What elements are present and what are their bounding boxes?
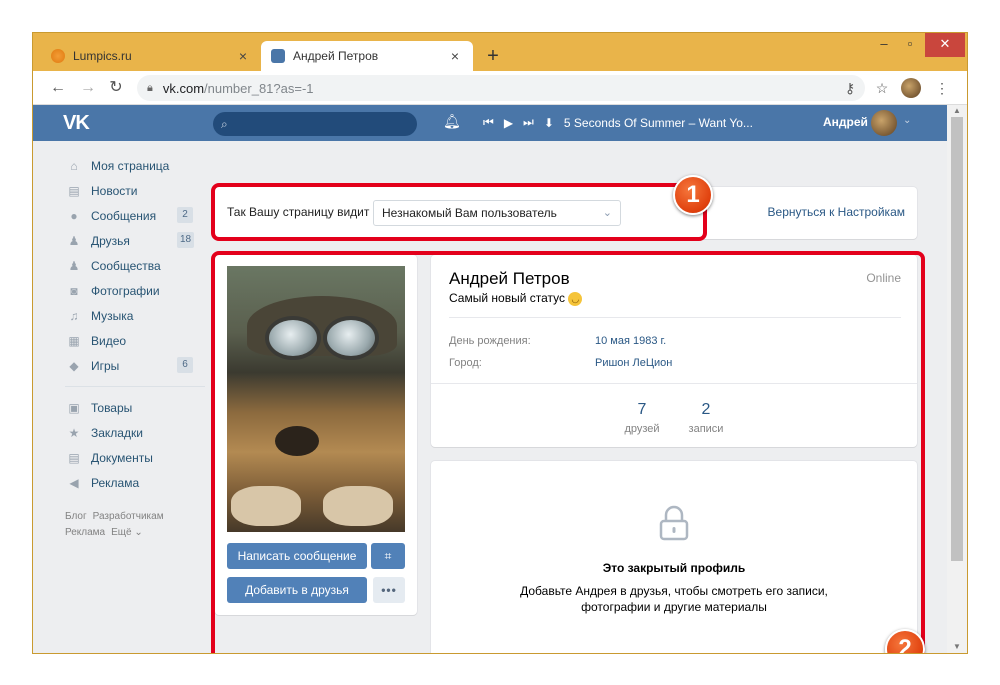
sidebar-item-icon: ● [70, 208, 78, 223]
scroll-thumb[interactable] [951, 117, 963, 561]
sidebar-item-icon: ▦ [68, 333, 80, 348]
url-host: vk.com [162, 80, 205, 96]
maximize-button[interactable]: ▫ [897, 33, 923, 57]
sidebar-item[interactable]: ◆ Игры 6 [65, 353, 205, 378]
track-title[interactable]: 5 Seconds Of Summer – Want Yo... [564, 116, 753, 130]
sidebar-item-label: Реклама [91, 475, 140, 490]
url-path: /number_81?as=-1 [204, 80, 314, 96]
lock-icon: 🔒︎ [147, 81, 153, 94]
chevron-down-icon[interactable]: ⌄ [903, 115, 911, 126]
sidebar-item-label: Музыка [91, 308, 134, 323]
key-icon[interactable]: ⚷ [839, 77, 861, 99]
sidebar-item-label: Игры [91, 358, 120, 373]
sidebar-item-icon: ♫ [69, 308, 79, 323]
sidebar-item[interactable]: ▤ Новости [65, 178, 205, 203]
search-icon: ⌕ [221, 117, 228, 131]
scroll-up-icon[interactable]: ▲ [951, 106, 963, 116]
vk-favicon-icon [271, 49, 285, 63]
sidebar-item[interactable]: ♟ Друзья 18 [65, 228, 205, 253]
sidebar-item-icon: ▤ [68, 183, 80, 198]
address-bar[interactable]: 🔒︎ vk.com/number_81?as=-1 [137, 75, 865, 101]
prev-track-icon[interactable]: ⏮︎ [483, 115, 494, 130]
menu-icon[interactable]: ⋮ [931, 77, 953, 99]
tab-close-icon[interactable]: × [235, 48, 251, 64]
sidebar-item-label: Сообщества [91, 258, 161, 273]
sidebar-item-icon: ▣ [68, 400, 80, 415]
reload-button[interactable]: ↻ [105, 77, 127, 99]
bell-icon[interactable]: 🔔︎ [443, 113, 461, 130]
sidebar-item-count: 2 [177, 207, 193, 223]
vk-header: VK ⌕ 🔔︎ ⏮︎ ▶ ⏭︎ ⬇ 5 Seconds Of Summer – … [33, 105, 947, 141]
sidebar-item[interactable]: ♫ Музыка [65, 303, 205, 328]
back-button[interactable]: ← [47, 77, 69, 99]
sidebar: ⌂ Моя страница ▤ Новости ● Сообщения 2 ♟ Друзья 1… [65, 153, 205, 541]
tab-lumpics[interactable]: Lumpics.ru × [41, 41, 261, 71]
sidebar-item-label: Друзья [91, 233, 130, 248]
window-close-button[interactable]: ✕ [925, 33, 965, 57]
sidebar-item-label: Товары [91, 400, 133, 415]
sidebar-item-icon: ♟ [68, 258, 80, 273]
sidebar-item-label: Сообщения [91, 208, 157, 223]
highlight-frame-1 [211, 183, 707, 241]
footer-link[interactable]: Разработчикам [93, 511, 164, 522]
lumpics-favicon-icon [51, 49, 65, 63]
vk-logo[interactable]: VK [63, 112, 90, 135]
sidebar-footer: Блог Разработчикам Реклама Ещё ⌄ [65, 509, 205, 541]
browser-window: Lumpics.ru × Андрей Петров × + – ▫ ✕ ← →… [32, 32, 968, 654]
annotation-badge-1: 1 [673, 175, 713, 215]
sidebar-item-label: Видео [91, 333, 127, 348]
tab-title: Lumpics.ru [73, 49, 132, 63]
footer-link[interactable]: Блог [65, 511, 87, 522]
sidebar-item-count: 18 [177, 232, 195, 248]
sidebar-item-icon: ◀ [69, 475, 79, 490]
sidebar-item[interactable]: ♟ Сообщества [65, 253, 205, 278]
footer-link[interactable]: Ещё ⌄ [111, 527, 143, 538]
vk-user-avatar[interactable] [871, 110, 897, 136]
sidebar-item-icon: ★ [68, 425, 80, 440]
sidebar-item[interactable]: ◙ Фотографии [65, 278, 205, 303]
next-track-icon[interactable]: ⏭︎ [523, 115, 534, 130]
vk-search-input[interactable]: ⌕ [213, 112, 417, 136]
highlight-frame-2 [211, 251, 925, 653]
sidebar-item[interactable]: ▣ Товары [65, 395, 205, 420]
page-content: VK ⌕ 🔔︎ ⏮︎ ▶ ⏭︎ ⬇ 5 Seconds Of Summer – … [33, 105, 967, 653]
sidebar-item-label: Документы [91, 450, 153, 465]
tab-vk-profile[interactable]: Андрей Петров × [261, 41, 473, 71]
sidebar-item[interactable]: ★ Закладки [65, 420, 205, 445]
vk-user-name[interactable]: Андрей [823, 115, 868, 129]
sidebar-item-count: 6 [177, 357, 193, 373]
forward-button[interactable]: → [77, 77, 99, 99]
sidebar-item-icon: ◆ [69, 358, 79, 373]
download-icon[interactable]: ⬇ [544, 116, 554, 130]
sidebar-item-icon: ♟ [68, 233, 80, 248]
sidebar-item-label: Закладки [91, 425, 143, 440]
sidebar-item-icon: ⌂ [70, 158, 78, 173]
sidebar-item[interactable]: ● Сообщения 2 [65, 203, 205, 228]
browser-titlebar: Lumpics.ru × Андрей Петров × + – ▫ ✕ [33, 33, 967, 71]
sidebar-item[interactable]: ◀ Реклама [65, 470, 205, 495]
play-icon[interactable]: ▶ [504, 116, 513, 130]
sidebar-item-label: Фотографии [91, 283, 160, 298]
new-tab-button[interactable]: + [481, 45, 505, 67]
star-icon[interactable]: ☆ [871, 77, 893, 99]
sidebar-item-label: Моя страница [91, 158, 170, 173]
sidebar-item[interactable]: ⌂ Моя страница [65, 153, 205, 178]
sidebar-item[interactable]: ▤ Документы [65, 445, 205, 470]
minimize-button[interactable]: – [871, 33, 897, 57]
scroll-down-icon[interactable]: ▼ [951, 642, 963, 652]
sidebar-item-icon: ▤ [68, 450, 80, 465]
browser-toolbar: ← → ↻ 🔒︎ vk.com/number_81?as=-1 ⚷ ☆ ⋮ [33, 71, 967, 105]
sidebar-item-label: Новости [91, 183, 138, 198]
back-to-settings-link[interactable]: Вернуться к Настройкам [768, 205, 905, 219]
footer-link[interactable]: Реклама [65, 527, 105, 538]
tab-close-icon[interactable]: × [447, 48, 463, 64]
sidebar-item-icon: ◙ [70, 283, 78, 298]
sidebar-item[interactable]: ▦ Видео [65, 328, 205, 353]
audio-player: ⏮︎ ▶ ⏭︎ ⬇ 5 Seconds Of Summer – Want Yo.… [483, 115, 753, 130]
page-scrollbar[interactable]: ▲ ▼ [947, 105, 967, 653]
sidebar-divider [65, 386, 205, 387]
profile-avatar-icon[interactable] [901, 78, 921, 98]
tab-title: Андрей Петров [293, 49, 379, 63]
